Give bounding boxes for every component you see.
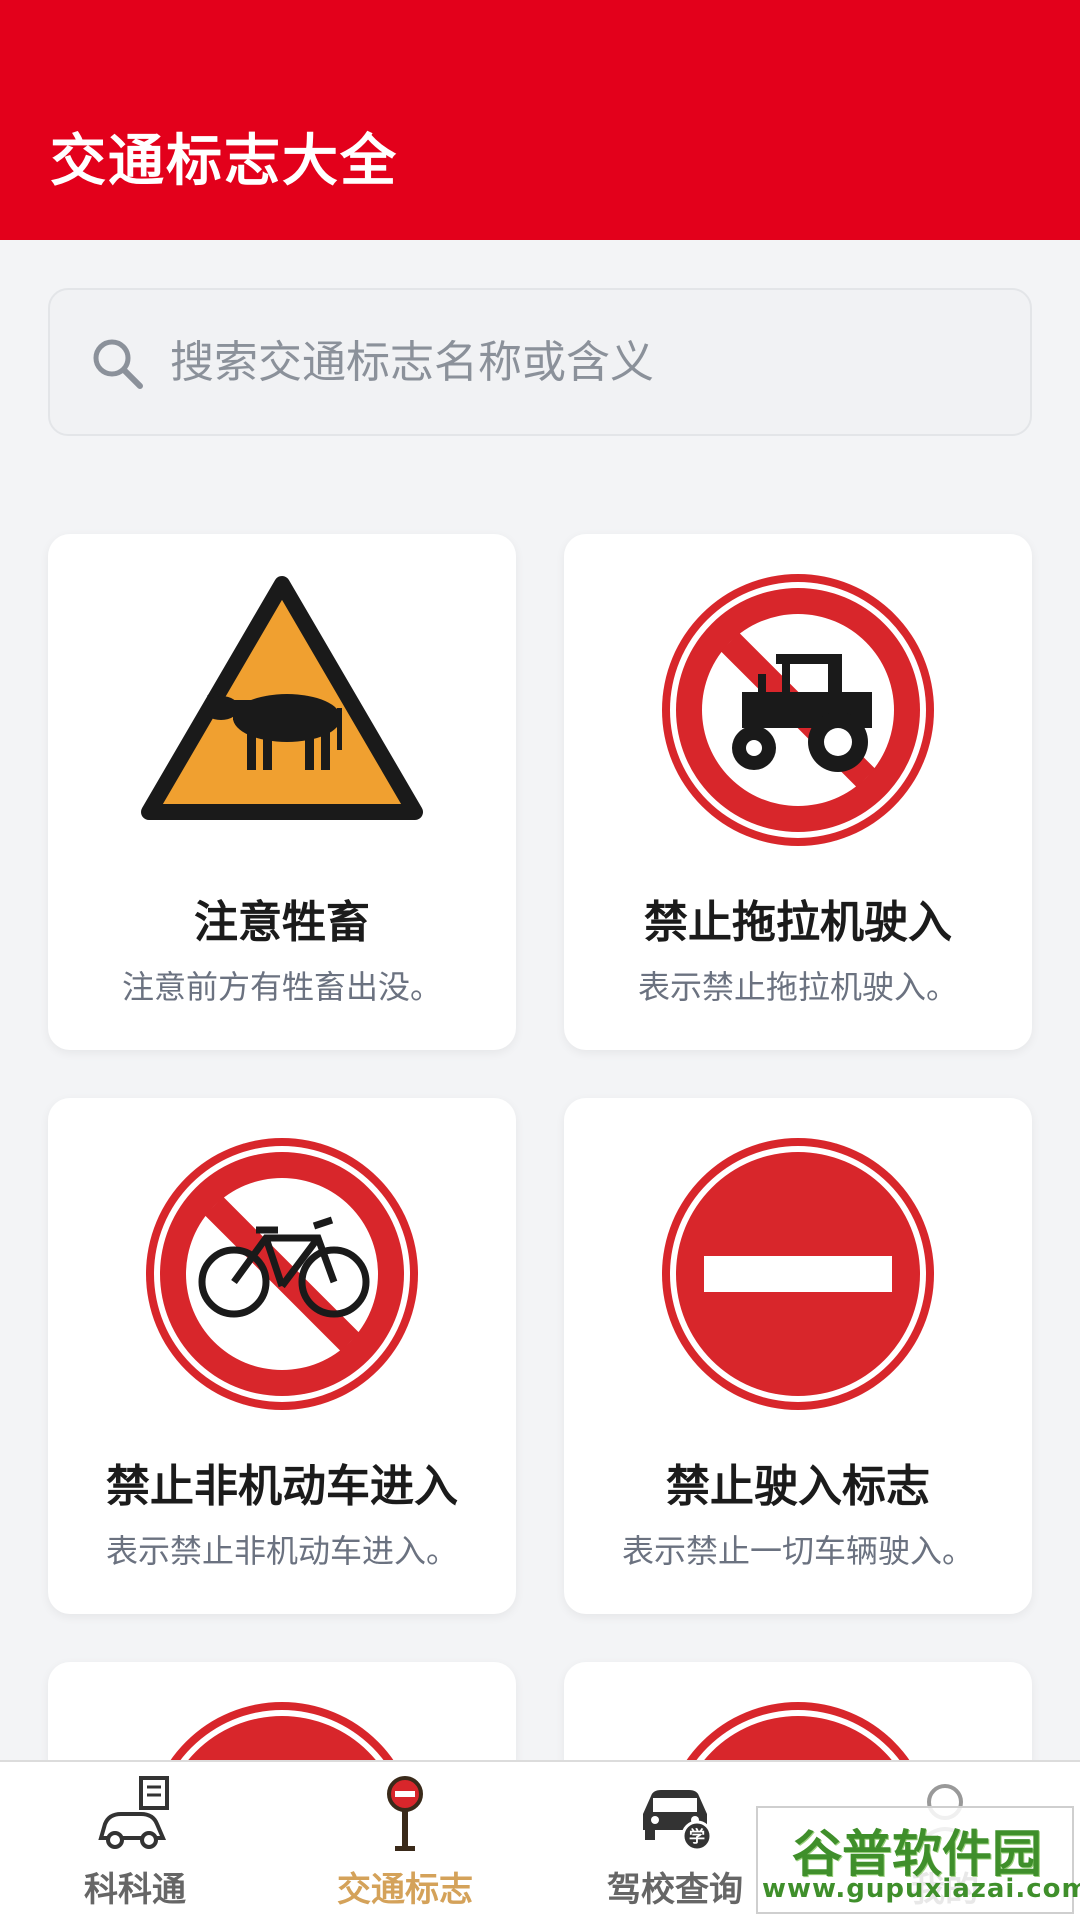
sign-card-no-tractor[interactable]: 禁止拖拉机驶入 表示禁止拖拉机驶入。 xyxy=(564,534,1032,1050)
car-exam-icon xyxy=(98,1776,169,1849)
livestock-warning-sign-icon xyxy=(141,576,423,820)
sign-title: 禁止驶入标志 xyxy=(666,1461,930,1512)
tab-label: 科科通 xyxy=(84,1870,186,1910)
sign-title: 禁止拖拉机驶入 xyxy=(644,897,952,948)
no-tractor-sign-icon xyxy=(662,574,934,846)
road-sign-icon xyxy=(387,1776,423,1851)
sign-image xyxy=(48,570,516,850)
search-icon xyxy=(93,339,143,389)
no-entry-sign-icon xyxy=(662,1138,934,1410)
search-input[interactable] xyxy=(170,290,1010,434)
page-title: 交通标志大全 xyxy=(50,129,398,194)
svg-text:学: 学 xyxy=(689,1827,705,1846)
no-bicycle-sign-icon xyxy=(146,1138,418,1410)
tab-kekentong[interactable]: 科科通 xyxy=(0,1762,270,1920)
sign-description: 注意前方有牲畜出没。 xyxy=(121,968,442,1006)
sign-image xyxy=(564,1134,1032,1414)
driving-school-icon: 学 xyxy=(643,1790,713,1852)
sign-image xyxy=(48,1134,516,1414)
sign-image xyxy=(564,570,1032,850)
search-bar[interactable] xyxy=(48,288,1032,436)
app-header: 交通标志大全 xyxy=(0,0,1080,240)
sign-title: 禁止非机动车进入 xyxy=(106,1461,458,1512)
tab-traffic-signs[interactable]: 交通标志 xyxy=(270,1762,540,1920)
sign-title: 注意牲畜 xyxy=(194,897,370,948)
sign-card-no-bicycle[interactable]: 禁止非机动车进入 表示禁止非机动车进入。 xyxy=(48,1098,516,1614)
watermark-logo: 谷普软件园 www.gupuxiazai.com xyxy=(756,1806,1080,1914)
sign-description: 表示禁止非机动车进入。 xyxy=(105,1532,458,1570)
sign-card-livestock[interactable]: 注意牲畜 注意前方有牲畜出没。 xyxy=(48,534,516,1050)
watermark-url: www.gupuxiazai.com xyxy=(762,1874,1080,1904)
tab-label: 交通标志 xyxy=(337,1870,473,1910)
sign-description: 表示禁止一切车辆驶入。 xyxy=(621,1532,974,1570)
sign-description: 表示禁止拖拉机驶入。 xyxy=(637,968,958,1006)
sign-card-no-entry[interactable]: 禁止驶入标志 表示禁止一切车辆驶入。 xyxy=(564,1098,1032,1614)
